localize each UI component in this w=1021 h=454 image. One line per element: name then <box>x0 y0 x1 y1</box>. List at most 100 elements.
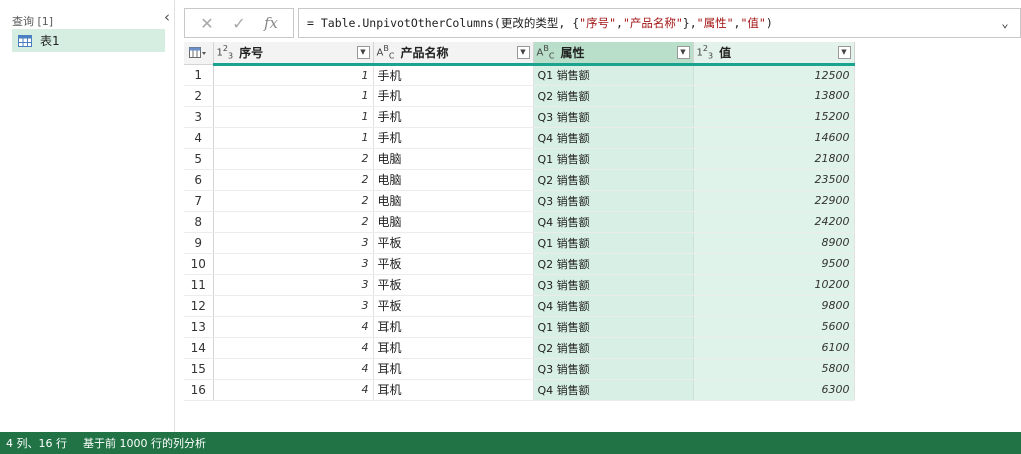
cell-seq[interactable]: 1 <box>213 85 374 107</box>
column-header-product[interactable]: ABC 产品名称 ▼ <box>373 42 534 66</box>
table-row[interactable]: 1 1 手机 Q1 销售额 12500 <box>184 64 855 86</box>
row-number[interactable]: 2 <box>184 85 214 107</box>
cell-attribute[interactable]: Q1 销售额 <box>533 232 694 254</box>
table-menu-corner[interactable] <box>184 42 214 65</box>
query-item-table1[interactable]: 表1 <box>12 29 165 52</box>
row-number[interactable]: 3 <box>184 106 214 128</box>
cell-product[interactable]: 电脑 <box>373 190 534 212</box>
cell-attribute[interactable]: Q4 销售额 <box>533 295 694 317</box>
cell-attribute[interactable]: Q3 销售额 <box>533 190 694 212</box>
cell-product[interactable]: 平板 <box>373 295 534 317</box>
cell-product[interactable]: 手机 <box>373 85 534 107</box>
table-row[interactable]: 16 4 耳机 Q4 销售额 6300 <box>184 379 855 401</box>
fx-icon[interactable]: fx <box>259 14 283 32</box>
table-row[interactable]: 14 4 耳机 Q2 销售额 6100 <box>184 337 855 359</box>
cell-product[interactable]: 耳机 <box>373 379 534 401</box>
table-row[interactable]: 9 3 平板 Q1 销售额 8900 <box>184 232 855 254</box>
cell-seq[interactable]: 1 <box>213 64 374 86</box>
cell-attribute[interactable]: Q2 销售额 <box>533 85 694 107</box>
cell-attribute[interactable]: Q4 销售额 <box>533 211 694 233</box>
cell-value[interactable]: 12500 <box>693 64 855 86</box>
cell-product[interactable]: 耳机 <box>373 316 534 338</box>
table-row[interactable]: 15 4 耳机 Q3 销售额 5800 <box>184 358 855 380</box>
cell-value[interactable]: 6300 <box>693 379 855 401</box>
filter-dropdown-icon[interactable]: ▼ <box>676 45 690 59</box>
column-header-value[interactable]: 123 值 ▼ <box>693 42 855 66</box>
cell-seq[interactable]: 4 <box>213 379 374 401</box>
cell-attribute[interactable]: Q2 销售额 <box>533 169 694 191</box>
table-row[interactable]: 11 3 平板 Q3 销售额 10200 <box>184 274 855 296</box>
cell-attribute[interactable]: Q2 销售额 <box>533 337 694 359</box>
cell-product[interactable]: 耳机 <box>373 358 534 380</box>
cell-product[interactable]: 手机 <box>373 64 534 86</box>
table-row[interactable]: 13 4 耳机 Q1 销售额 5600 <box>184 316 855 338</box>
table-row[interactable]: 10 3 平板 Q2 销售额 9500 <box>184 253 855 275</box>
cell-value[interactable]: 9500 <box>693 253 855 275</box>
cell-attribute[interactable]: Q1 销售额 <box>533 148 694 170</box>
row-number[interactable]: 15 <box>184 358 214 380</box>
filter-dropdown-icon[interactable]: ▼ <box>837 45 851 59</box>
cancel-icon[interactable]: ✕ <box>195 14 219 33</box>
cell-value[interactable]: 10200 <box>693 274 855 296</box>
cell-seq[interactable]: 2 <box>213 169 374 191</box>
cell-attribute[interactable]: Q1 销售额 <box>533 64 694 86</box>
row-number[interactable]: 12 <box>184 295 214 317</box>
cell-seq[interactable]: 4 <box>213 358 374 380</box>
row-number[interactable]: 10 <box>184 253 214 275</box>
number-type-icon[interactable]: 123 <box>697 44 714 60</box>
cell-value[interactable]: 8900 <box>693 232 855 254</box>
expand-formula-chevron-down-icon[interactable]: ⌄ <box>998 16 1012 30</box>
cell-value[interactable]: 14600 <box>693 127 855 149</box>
cell-attribute[interactable]: Q2 销售额 <box>533 253 694 275</box>
cell-product[interactable]: 电脑 <box>373 211 534 233</box>
text-type-icon[interactable]: ABC <box>537 44 555 60</box>
row-number[interactable]: 1 <box>184 64 214 86</box>
cell-seq[interactable]: 2 <box>213 211 374 233</box>
cell-seq[interactable]: 4 <box>213 316 374 338</box>
cell-attribute[interactable]: Q3 销售额 <box>533 106 694 128</box>
table-row[interactable]: 6 2 电脑 Q2 销售额 23500 <box>184 169 855 191</box>
cell-value[interactable]: 24200 <box>693 211 855 233</box>
cell-attribute[interactable]: Q1 销售额 <box>533 316 694 338</box>
row-number[interactable]: 16 <box>184 379 214 401</box>
cell-product[interactable]: 耳机 <box>373 337 534 359</box>
cell-product[interactable]: 平板 <box>373 232 534 254</box>
table-row[interactable]: 8 2 电脑 Q4 销售额 24200 <box>184 211 855 233</box>
cell-seq[interactable]: 2 <box>213 190 374 212</box>
cell-value[interactable]: 23500 <box>693 169 855 191</box>
table-row[interactable]: 5 2 电脑 Q1 销售额 21800 <box>184 148 855 170</box>
filter-dropdown-icon[interactable]: ▼ <box>516 45 530 59</box>
row-number[interactable]: 11 <box>184 274 214 296</box>
cell-seq[interactable]: 3 <box>213 232 374 254</box>
table-row[interactable]: 12 3 平板 Q4 销售额 9800 <box>184 295 855 317</box>
filter-dropdown-icon[interactable]: ▼ <box>356 45 370 59</box>
formula-input[interactable]: = Table.UnpivotOtherColumns(更改的类型, {"序号"… <box>298 8 1021 38</box>
table-row[interactable]: 4 1 手机 Q4 销售额 14600 <box>184 127 855 149</box>
row-number[interactable]: 7 <box>184 190 214 212</box>
table-row[interactable]: 2 1 手机 Q2 销售额 13800 <box>184 85 855 107</box>
cell-value[interactable]: 13800 <box>693 85 855 107</box>
cell-value[interactable]: 9800 <box>693 295 855 317</box>
confirm-icon[interactable]: ✓ <box>227 14 251 33</box>
table-row[interactable]: 3 1 手机 Q3 销售额 15200 <box>184 106 855 128</box>
row-number[interactable]: 14 <box>184 337 214 359</box>
cell-value[interactable]: 5800 <box>693 358 855 380</box>
row-number[interactable]: 4 <box>184 127 214 149</box>
cell-product[interactable]: 平板 <box>373 274 534 296</box>
cell-value[interactable]: 5600 <box>693 316 855 338</box>
cell-product[interactable]: 电脑 <box>373 169 534 191</box>
cell-seq[interactable]: 2 <box>213 148 374 170</box>
row-number[interactable]: 8 <box>184 211 214 233</box>
cell-seq[interactable]: 3 <box>213 274 374 296</box>
table-row[interactable]: 7 2 电脑 Q3 销售额 22900 <box>184 190 855 212</box>
cell-product[interactable]: 手机 <box>373 127 534 149</box>
cell-value[interactable]: 15200 <box>693 106 855 128</box>
column-header-attribute[interactable]: ABC 属性 ▼ <box>533 42 694 66</box>
row-number[interactable]: 5 <box>184 148 214 170</box>
cell-value[interactable]: 21800 <box>693 148 855 170</box>
cell-value[interactable]: 6100 <box>693 337 855 359</box>
cell-attribute[interactable]: Q4 销售额 <box>533 379 694 401</box>
cell-attribute[interactable]: Q3 销售额 <box>533 358 694 380</box>
text-type-icon[interactable]: ABC <box>377 44 395 60</box>
cell-attribute[interactable]: Q3 销售额 <box>533 274 694 296</box>
